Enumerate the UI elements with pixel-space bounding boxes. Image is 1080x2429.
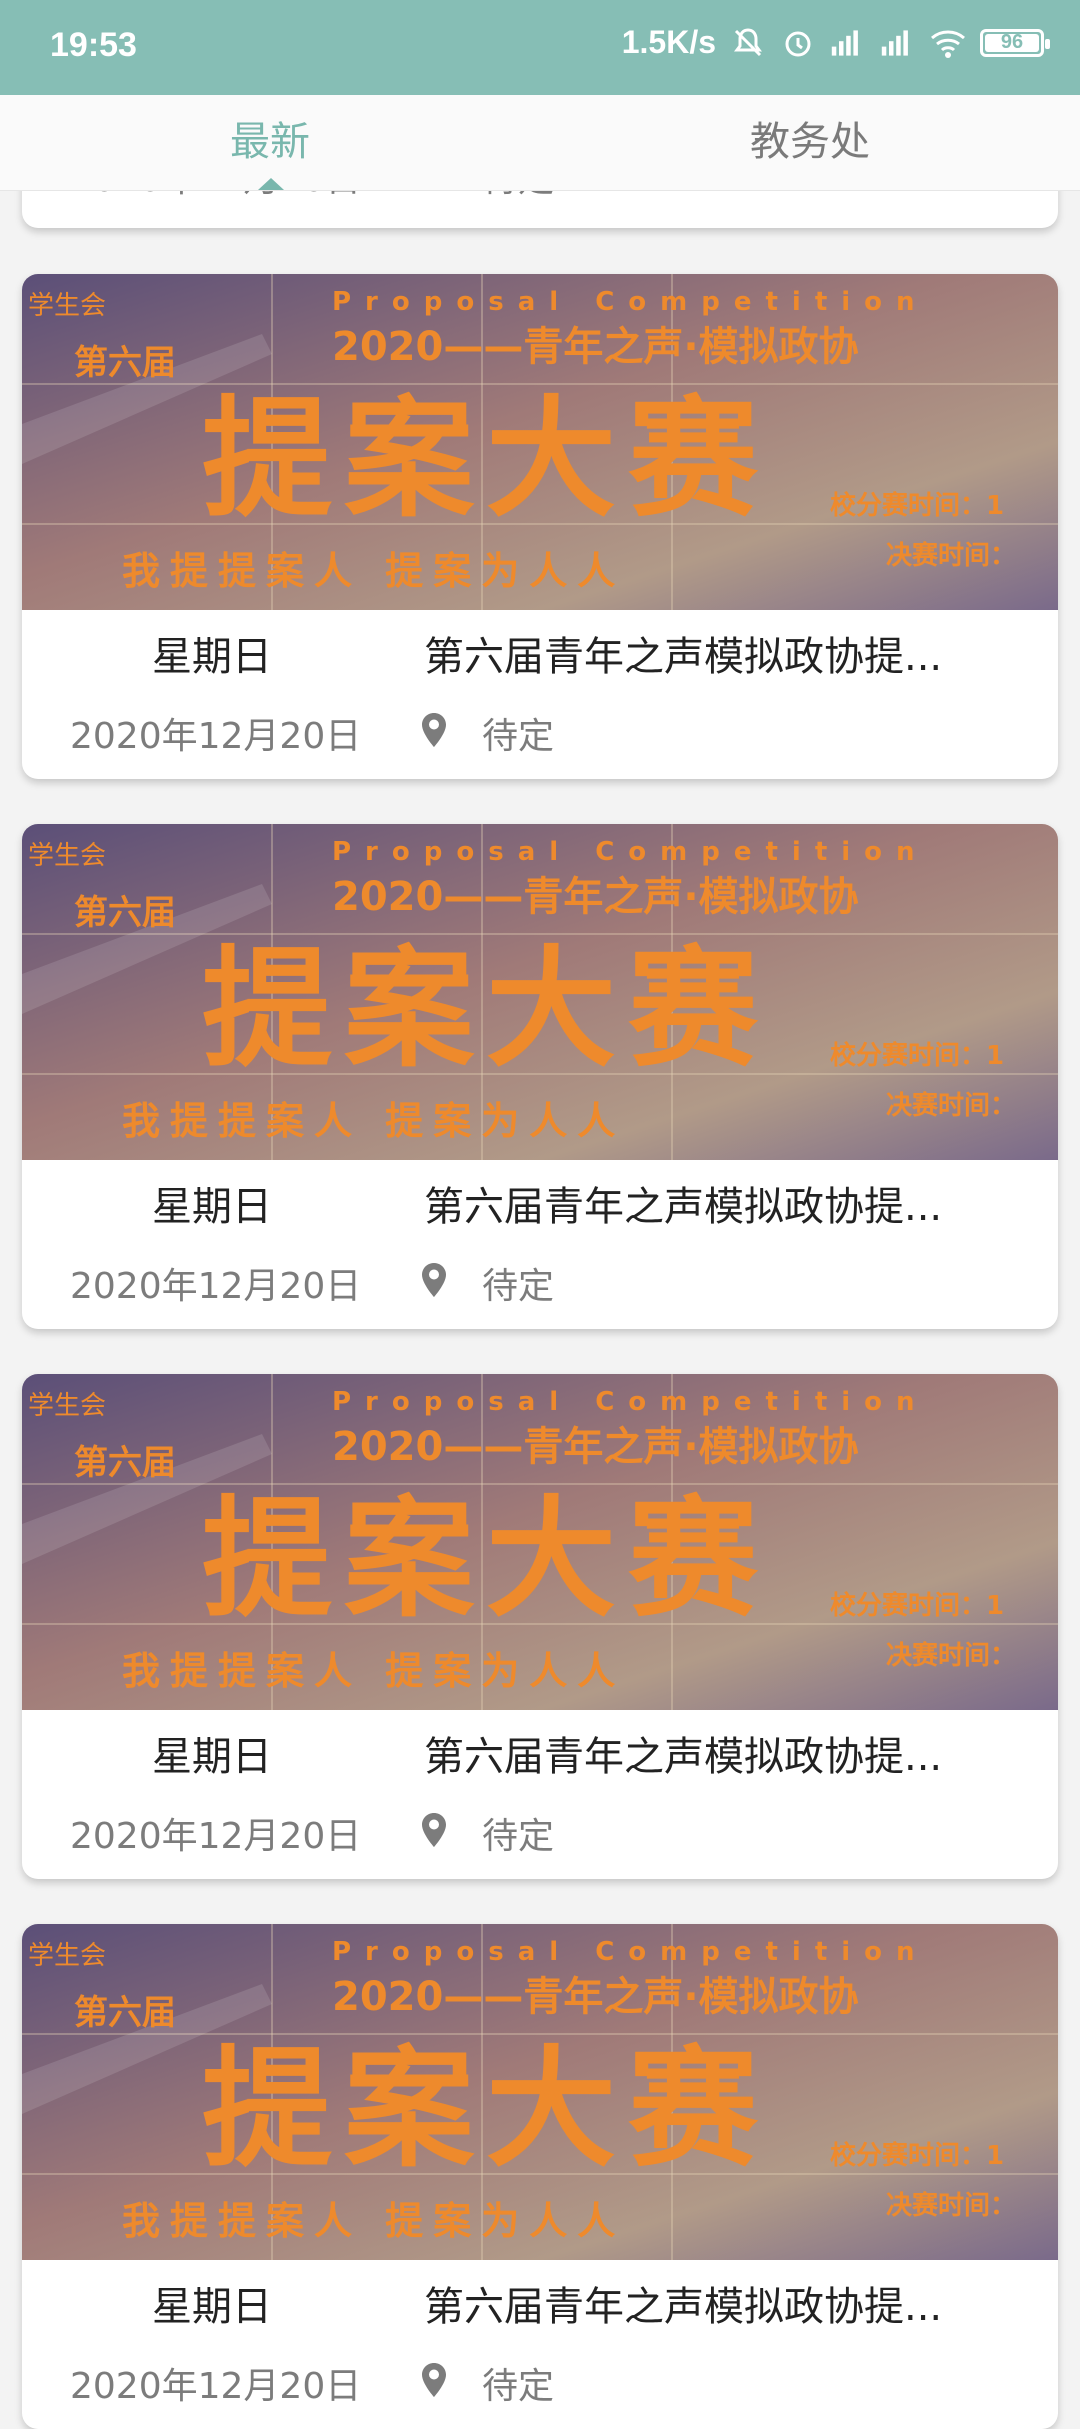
svg-text:决赛时间：: 决赛时间： bbox=[886, 1090, 1016, 1121]
svg-text:校分赛时间：1: 校分赛时间：1 bbox=[830, 1590, 1004, 1621]
activity-title: 第六届青年之声模拟政协提... bbox=[424, 634, 943, 680]
alarm-icon bbox=[785, 31, 811, 56]
svg-text:提案大赛: 提案大赛 bbox=[202, 2033, 770, 2185]
activity-card[interactable]: 学生会 第六届 Proposal Competition 2020——青年之声·… bbox=[22, 1374, 1058, 1879]
activity-banner-image: 学生会 第六届 Proposal Competition 2020——青年之声·… bbox=[22, 274, 1058, 610]
wifi-icon bbox=[931, 30, 965, 58]
svg-text:2020——青年之声·模拟政协: 2020——青年之声·模拟政协 bbox=[332, 324, 859, 370]
card-header-row: 星期日 第六届青年之声模拟政协提... bbox=[22, 624, 1058, 684]
svg-text:2020——青年之声·模拟政协: 2020——青年之声·模拟政协 bbox=[332, 1974, 859, 2020]
activity-weekday: 星期日 bbox=[152, 1734, 272, 1780]
activity-card[interactable]: 学生会 第六届 Proposal Competition 2020——青年之声·… bbox=[22, 274, 1058, 779]
activity-title: 第六届青年之声模拟政协提... bbox=[424, 1184, 943, 1230]
activity-weekday: 星期日 bbox=[152, 1184, 272, 1230]
location-pin-icon bbox=[422, 1813, 446, 1847]
battery-level: 96 bbox=[1000, 31, 1024, 53]
svg-text:校分赛时间：1: 校分赛时间：1 bbox=[830, 2140, 1004, 2171]
activity-list[interactable]: 2020年12月20日 待定 bbox=[0, 0, 1080, 2429]
svg-text:决赛时间：: 决赛时间： bbox=[886, 540, 1016, 571]
activity-banner-image: 学生会 第六届 Proposal Competition 2020——青年之声·… bbox=[22, 1374, 1058, 1710]
svg-text:我提提案人 提案为人人: 我提提案人 提案为人人 bbox=[122, 549, 625, 593]
card-header-row: 星期日 第六届青年之声模拟政协提... bbox=[22, 1174, 1058, 1234]
svg-text:校分赛时间：1: 校分赛时间：1 bbox=[830, 490, 1004, 521]
location-pin-icon bbox=[422, 1263, 446, 1297]
svg-text:学生会: 学生会 bbox=[28, 1391, 106, 1421]
activity-location: 待定 bbox=[482, 1816, 555, 1857]
svg-text:校分赛时间：1: 校分赛时间：1 bbox=[830, 1040, 1004, 1071]
svg-text:我提提案人 提案为人人: 我提提案人 提案为人人 bbox=[122, 2199, 625, 2243]
svg-text:第六届: 第六届 bbox=[74, 1443, 176, 1483]
svg-text:2020——青年之声·模拟政协: 2020——青年之声·模拟政协 bbox=[332, 1424, 859, 1470]
svg-text:提案大赛: 提案大赛 bbox=[202, 1483, 770, 1635]
active-tab-indicator bbox=[258, 178, 284, 190]
svg-text:提案大赛: 提案大赛 bbox=[202, 933, 770, 1085]
signal-sim2-icon bbox=[881, 29, 908, 56]
activity-date: 2020年12月20日 bbox=[70, 716, 362, 757]
tab-academic-office[interactable]: 教务处 bbox=[540, 95, 1080, 190]
svg-text:第六届: 第六届 bbox=[74, 1993, 176, 2033]
svg-text:Proposal Competition: Proposal Competition bbox=[332, 287, 929, 317]
status-icons: 1.5K/s 96 bbox=[621, 24, 1050, 61]
location-pin-icon bbox=[422, 713, 446, 747]
status-time: 19:53 bbox=[50, 26, 137, 64]
tab-latest[interactable]: 最新 bbox=[0, 95, 540, 190]
svg-text:学生会: 学生会 bbox=[28, 291, 106, 321]
activity-card[interactable]: 学生会 第六届 Proposal Competition 2020——青年之声·… bbox=[22, 1924, 1058, 2429]
activity-weekday: 星期日 bbox=[152, 2284, 272, 2330]
activity-title: 第六届青年之声模拟政协提... bbox=[424, 2284, 943, 2330]
svg-text:我提提案人 提案为人人: 我提提案人 提案为人人 bbox=[122, 1099, 625, 1143]
top-tab-bar: 最新 教务处 bbox=[0, 95, 1080, 191]
activity-title: 第六届青年之声模拟政协提... bbox=[424, 1734, 943, 1780]
svg-text:Proposal Competition: Proposal Competition bbox=[332, 837, 929, 867]
svg-text:决赛时间：: 决赛时间： bbox=[886, 1640, 1016, 1671]
svg-text:Proposal Competition: Proposal Competition bbox=[332, 1387, 929, 1417]
svg-text:第六届: 第六届 bbox=[74, 893, 176, 933]
activity-date: 2020年12月20日 bbox=[70, 1816, 362, 1857]
mute-bell-icon bbox=[734, 27, 762, 56]
location-pin-icon bbox=[422, 2363, 446, 2397]
card-meta: 2020年12月20日 待定 bbox=[22, 2357, 1058, 2412]
svg-text:学生会: 学生会 bbox=[28, 841, 106, 871]
svg-text:决赛时间：: 决赛时间： bbox=[886, 2190, 1016, 2221]
svg-text:学生会: 学生会 bbox=[28, 1941, 106, 1971]
network-speed: 1.5K/s bbox=[621, 24, 716, 60]
card-meta: 2020年12月20日 待定 bbox=[22, 707, 1058, 762]
activity-location: 待定 bbox=[482, 716, 555, 757]
battery-icon: 96 bbox=[980, 28, 1050, 57]
activity-location: 待定 bbox=[482, 1266, 555, 1307]
activity-location: 待定 bbox=[482, 2366, 555, 2407]
svg-text:提案大赛: 提案大赛 bbox=[202, 383, 770, 535]
svg-text:我提提案人 提案为人人: 我提提案人 提案为人人 bbox=[122, 1649, 625, 1693]
activity-banner-image: 学生会 第六届 Proposal Competition 2020——青年之声·… bbox=[22, 1924, 1058, 2260]
svg-text:第六届: 第六届 bbox=[74, 343, 176, 383]
card-header-row: 星期日 第六届青年之声模拟政协提... bbox=[22, 1724, 1058, 1784]
activity-date: 2020年12月20日 bbox=[70, 1266, 362, 1307]
status-bar: 19:53 1.5K/s 96 bbox=[0, 0, 1080, 95]
activity-card[interactable]: 学生会 第六届 Proposal Competition 2020——青年之声·… bbox=[22, 824, 1058, 1329]
card-header-row: 星期日 第六届青年之声模拟政协提... bbox=[22, 2274, 1058, 2334]
svg-text:Proposal Competition: Proposal Competition bbox=[332, 1937, 929, 1967]
svg-text:2020——青年之声·模拟政协: 2020——青年之声·模拟政协 bbox=[332, 874, 859, 920]
activity-weekday: 星期日 bbox=[152, 634, 272, 680]
card-meta: 2020年12月20日 待定 bbox=[22, 1807, 1058, 1862]
signal-sim1-icon bbox=[831, 29, 858, 56]
activity-date: 2020年12月20日 bbox=[70, 2366, 362, 2407]
card-meta: 2020年12月20日 待定 bbox=[22, 1257, 1058, 1312]
activity-banner-image: 学生会 第六届 Proposal Competition 2020——青年之声·… bbox=[22, 824, 1058, 1160]
